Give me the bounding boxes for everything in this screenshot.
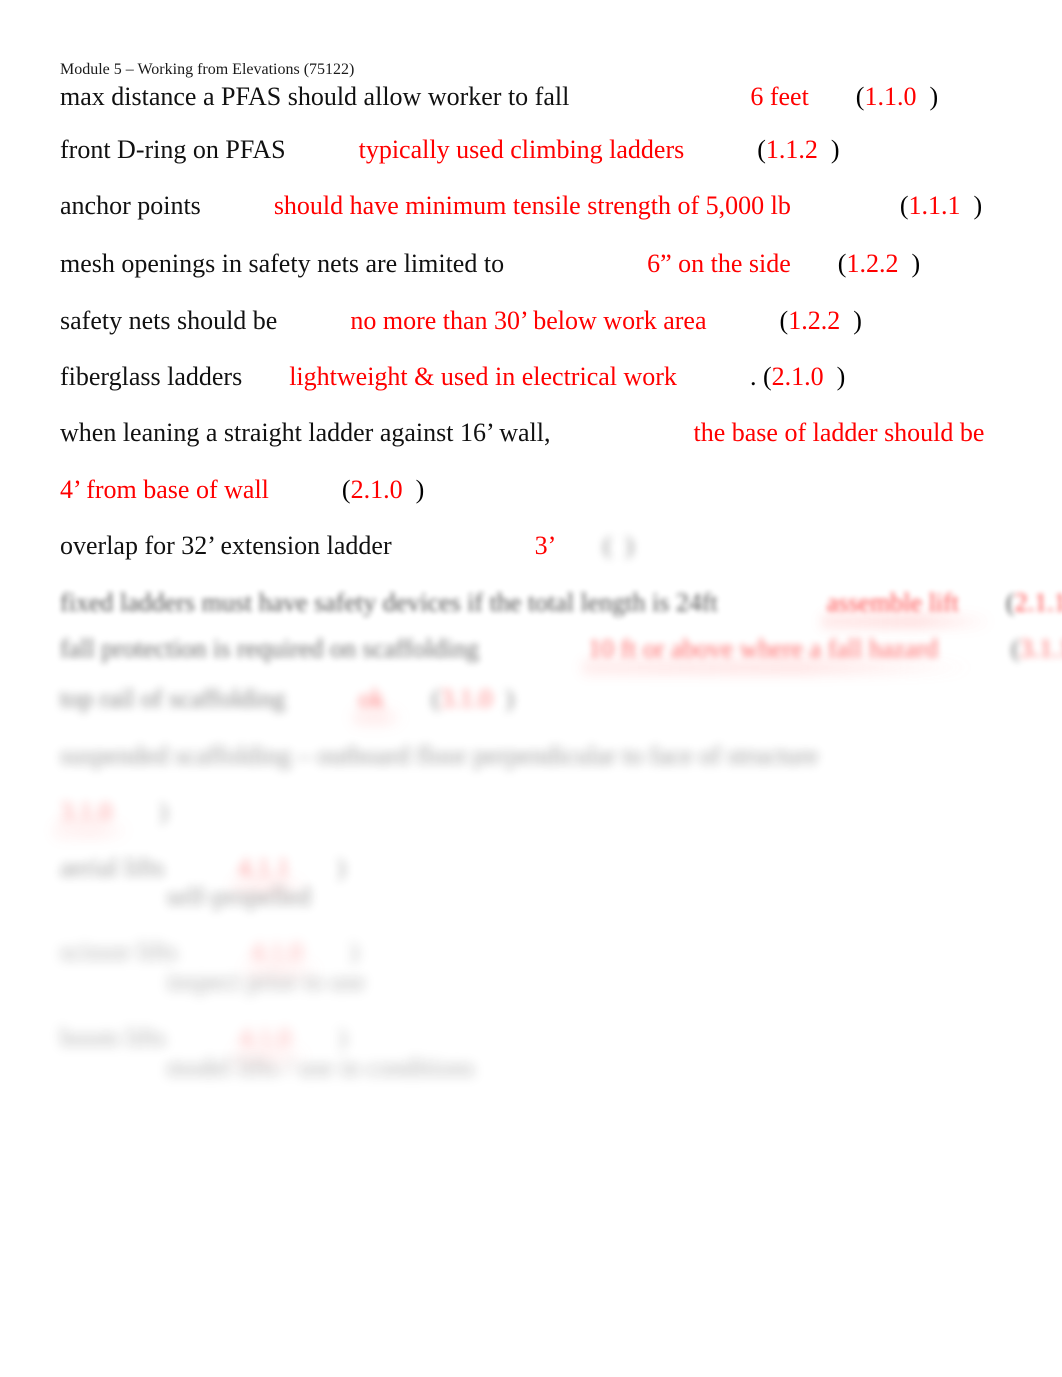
note-question-5: safety nets should be	[60, 306, 278, 335]
blurred-question-2: fall protection is required on scaffoldi…	[60, 634, 480, 663]
document-header: Module 5 – Working from Elevations (7512…	[60, 61, 355, 78]
note-line-3: anchor points should have minimum tensil…	[60, 189, 982, 223]
blurred-question-1: fixed ladders must have safety devices i…	[60, 588, 718, 617]
blurred-group-answer-3: 4.1.0	[239, 1021, 291, 1055]
note-line-5: safety nets should be no more than 30’ b…	[60, 304, 862, 338]
note-reference-3: (1.1.1 )	[900, 191, 982, 220]
ref-number: 1.2.2	[846, 249, 899, 278]
ref-close-paren: )	[853, 306, 862, 335]
note-line-1: max distance a PFAS should allow worker …	[60, 80, 938, 114]
blurred-group-line-3: boom lifts 4.1.0 )	[60, 1021, 347, 1055]
blurred-group-reference-1: )	[336, 853, 346, 882]
note-answer-7-continued: 4’ from base of wall	[60, 473, 269, 507]
note-line-4: mesh openings in safety nets are limited…	[60, 247, 920, 281]
note-answer-6: lightweight & used in electrical work	[289, 360, 677, 394]
ref-number: 1.1.0	[864, 82, 917, 111]
note-line-2: front D-ring on PFAS typically used clim…	[60, 133, 840, 167]
blurred-group-answer-2: 4.1.0	[251, 935, 303, 969]
blurred-question-3: top rail of scaffolding	[60, 684, 286, 713]
note-question-3: anchor points	[60, 191, 201, 220]
ref-number: 1.1.1	[908, 191, 961, 220]
note-line-7: when leaning a straight ladder against 1…	[60, 416, 984, 450]
note-reference-8: ( )	[563, 529, 634, 563]
blurred-group-sub-label-1: self-propelled	[166, 882, 311, 911]
blurred-group-line-2: scissor lifts 4.1.0 )	[60, 935, 358, 969]
ref-close-paren: )	[911, 249, 921, 278]
note-answer-7: the base of ladder should be	[693, 416, 984, 450]
ref-open-paren: (	[603, 531, 612, 560]
ref-number: 2.1.0	[771, 362, 824, 391]
blurred-group-title-3: boom lifts	[60, 1023, 167, 1052]
ref-open-paren: (	[341, 475, 351, 504]
document-page: Module 5 – Working from Elevations (7512…	[0, 0, 1062, 1377]
blurred-group-title-2: scissor lifts	[60, 937, 178, 966]
note-reference-1: (1.1.0 )	[856, 82, 938, 111]
note-reference-2: (1.1.2 )	[757, 135, 839, 164]
note-question-6: fiberglass ladders	[60, 362, 243, 391]
blurred-group-sub-3: model lifts / use in conditions	[60, 1051, 475, 1085]
blurred-question-4: suspended scaffolding – outboard floor p…	[60, 741, 819, 770]
ref-close-paren: )	[973, 191, 983, 220]
note-answer-1: 6 feet	[750, 80, 808, 114]
blurred-note-line-4: suspended scaffolding – outboard floor p…	[60, 739, 818, 773]
ref-close-paren: )	[624, 531, 634, 560]
ref-open-paren: (	[779, 306, 789, 335]
ref-open-paren: (	[899, 191, 909, 220]
blurred-group-sub-2: inspect prior to use	[60, 965, 366, 999]
blurred-answer-2: 10 ft or above where a fall hazard	[588, 632, 938, 666]
blurred-reference-2: (3.1.1 )	[1011, 634, 1062, 663]
blurred-note-line-4-continued: 3.1.0 )	[60, 795, 168, 829]
blurred-group-reference-3: )	[338, 1023, 347, 1052]
ref-close-paren: )	[836, 362, 846, 391]
blurred-reference-1: (2.1.1 )	[1005, 588, 1062, 617]
note-answer-2: typically used climbing ladders	[359, 133, 685, 167]
note-question-2: front D-ring on PFAS	[60, 135, 286, 164]
blurred-group-sub-label-2: inspect prior to use	[166, 967, 366, 996]
blurred-reference-3: (3.1.0 )	[431, 684, 514, 713]
note-line-6: fiberglass ladders lightweight & used in…	[60, 360, 845, 394]
ref-number: 1.2.2	[788, 306, 841, 335]
blurred-group-sub-1: self-propelled	[60, 880, 311, 914]
ref-number: 2.1.0	[350, 475, 403, 504]
note-question-7: when leaning a straight ladder against 1…	[60, 418, 551, 447]
blurred-answer-1: assemble lift	[827, 586, 959, 620]
blurred-reference-4: )	[159, 797, 168, 826]
note-answer-5: no more than 30’ below work area	[350, 304, 706, 338]
note-question-8: overlap for 32’ extension ladder	[60, 531, 392, 560]
ref-number: 1.1.2	[765, 135, 818, 164]
ref-open-paren: (	[757, 135, 766, 164]
note-answer-8: 3’	[535, 529, 557, 563]
ref-close-paren: )	[830, 135, 840, 164]
note-reference-5: (1.2.2 )	[780, 306, 862, 335]
ref-open-paren: . (	[749, 362, 772, 391]
ref-close-paren: )	[415, 475, 425, 504]
note-answer-3: should have minimum tensile strength of …	[274, 189, 791, 223]
blurred-group-sub-label-3: model lifts / use in conditions	[166, 1053, 475, 1082]
note-reference-4: (1.2.2 )	[838, 249, 920, 278]
note-line-7-continued: 4’ from base of wall (2.1.0 )	[60, 473, 424, 507]
blurred-note-line-3: top rail of scaffolding ok (3.1.0 )	[60, 682, 514, 716]
note-question-4: mesh openings in safety nets are limited…	[60, 249, 505, 278]
blurred-note-line-2: fall protection is required on scaffoldi…	[60, 632, 1062, 666]
blurred-answer-4: 3.1.0	[60, 795, 112, 829]
note-question-1: max distance a PFAS should allow worker …	[60, 82, 570, 111]
blurred-answer-3: ok	[359, 682, 385, 716]
blurred-note-line-1: fixed ladders must have safety devices i…	[60, 586, 1062, 620]
blurred-group-title-1: aerial lifts	[60, 853, 165, 882]
note-line-8: overlap for 32’ extension ladder 3’ ( )	[60, 529, 634, 563]
blurred-group-reference-2: )	[349, 937, 359, 966]
note-reference-7: (2.1.0 )	[342, 475, 424, 504]
note-answer-4: 6” on the side	[647, 247, 791, 281]
ref-close-paren: )	[929, 82, 939, 111]
note-reference-6: . (2.1.0 )	[750, 362, 845, 391]
